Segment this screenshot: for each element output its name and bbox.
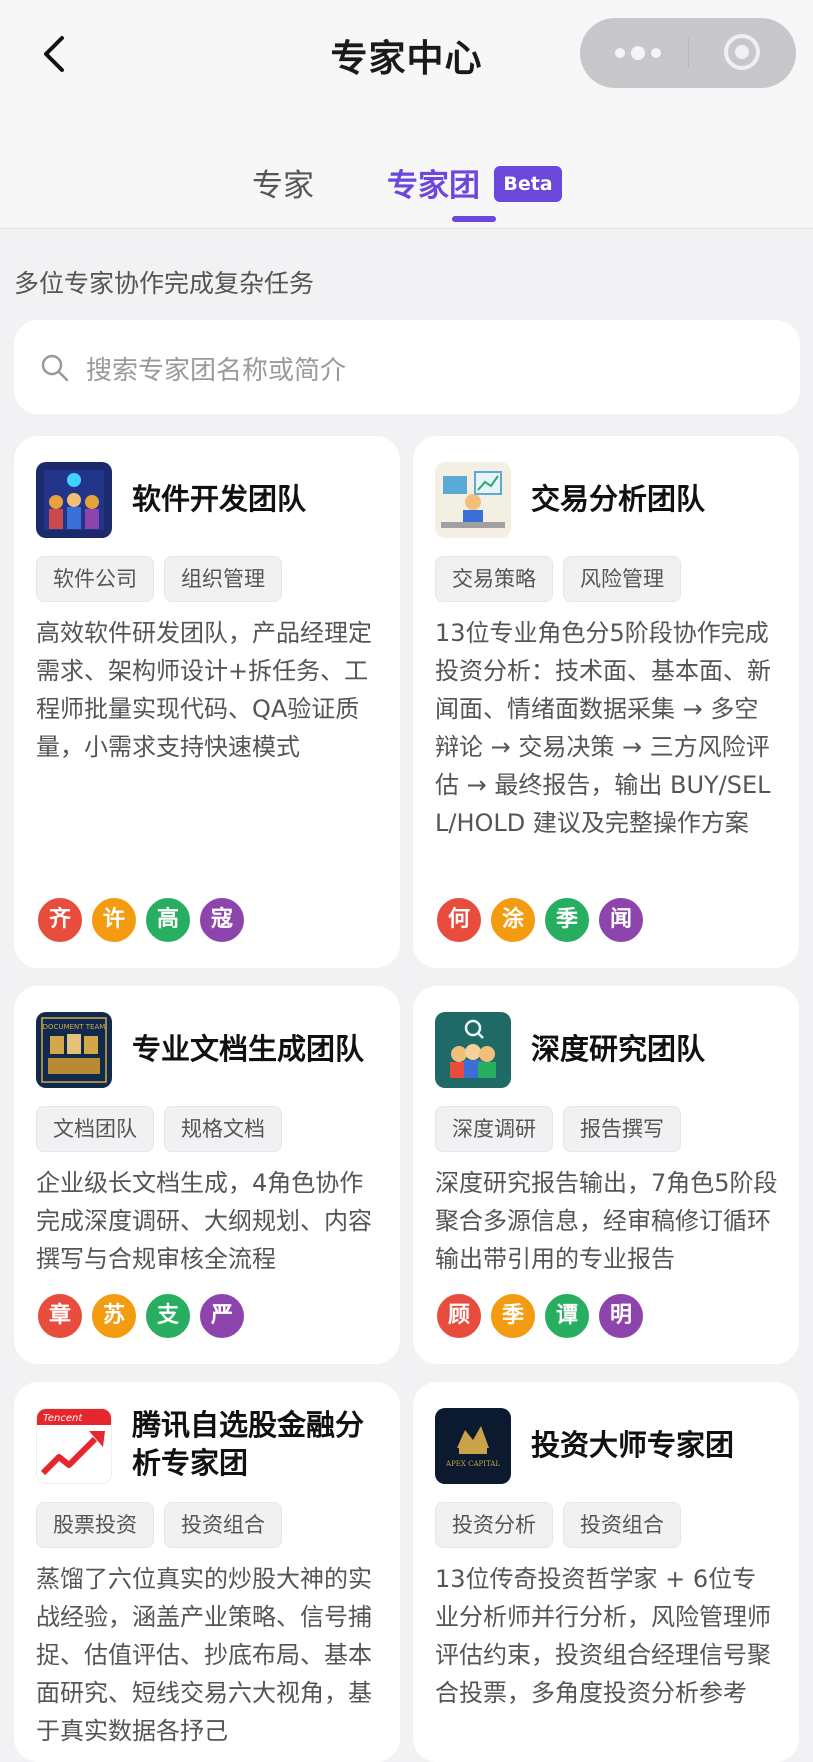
team-description: 13位专业角色分5阶段协作完成投资分析：技术面、基本面、新闻面、情绪面数据采集 … — [435, 619, 771, 837]
logo-text: APEX CAPITAL — [445, 1460, 500, 1468]
team-card-investment-masters[interactable]: APEX CAPITAL 投资大师专家团 投资分析 投资组合 13位传奇投资哲学… — [413, 1382, 799, 1762]
member-avatar: 高 — [144, 896, 192, 944]
team-tag: 投资分析 — [435, 1502, 553, 1548]
member-avatars: 顾 季 谭 明 — [435, 1292, 645, 1340]
beta-badge: Beta — [494, 166, 562, 202]
logo-text: DOCUMENT TEAM — [43, 1023, 106, 1031]
team-tags: 股票投资 投资组合 — [36, 1502, 282, 1548]
tencent-stock-logo-icon: Tencent — [36, 1408, 112, 1484]
team-name: 腾讯自选股金融分析专家团 — [132, 1408, 365, 1480]
search-input[interactable]: 搜索专家团名称或简介 — [14, 320, 800, 414]
top-bar: 专家中心 专家 专家团 Beta — [0, 0, 813, 229]
member-avatar: 明 — [597, 1292, 645, 1340]
active-tab-indicator — [452, 216, 496, 222]
team-tag: 规格文档 — [164, 1106, 282, 1152]
team-tags: 深度调研 报告撰写 — [435, 1106, 681, 1152]
team-tag: 投资组合 — [164, 1502, 282, 1548]
team-card-software[interactable]: 软件开发团队 软件公司 组织管理 高效软件研发团队，产品经理定需求、架构师设计+… — [14, 436, 400, 968]
trading-team-logo-icon — [435, 462, 511, 538]
miniapp-capsule — [580, 18, 796, 88]
member-avatar: 齐 — [36, 896, 84, 944]
team-description: 蒸馏了六位真实的炒股大神的实战经验，涵盖产业策略、信号捕捉、估值评估、抄底布局、… — [36, 1565, 372, 1745]
team-card-tencent-stock[interactable]: Tencent 腾讯自选股金融分析专家团 股票投资 投资组合 蒸馏了六位真实的炒… — [14, 1382, 400, 1762]
team-description: 深度研究报告输出，7角色5阶段聚合多源信息，经审稿修订循环输出带引用的专业报告 — [435, 1169, 778, 1273]
team-tag: 股票投资 — [36, 1502, 154, 1548]
team-tag: 报告撰写 — [563, 1106, 681, 1152]
member-avatar: 闻 — [597, 896, 645, 944]
team-tags: 交易策略 风险管理 — [435, 556, 681, 602]
research-team-logo-icon — [435, 1012, 511, 1088]
team-description: 13位传奇投资哲学家 + 6位专业分析师并行分析，风险管理师评估约束，投资组合经… — [435, 1565, 771, 1707]
member-avatar: 季 — [489, 1292, 537, 1340]
member-avatar: 谭 — [543, 1292, 591, 1340]
member-avatar: 顾 — [435, 1292, 483, 1340]
team-name: 深度研究团队 — [531, 1032, 706, 1066]
team-card-research[interactable]: 深度研究团队 深度调研 报告撰写 深度研究报告输出，7角色5阶段聚合多源信息，经… — [413, 986, 799, 1364]
team-tags: 文档团队 规格文档 — [36, 1106, 282, 1152]
member-avatar: 何 — [435, 896, 483, 944]
team-name: 交易分析团队 — [531, 482, 706, 516]
team-card-document[interactable]: DOCUMENT TEAM 专业文档生成团队 文档团队 规格文档 企业级长文档生… — [14, 986, 400, 1364]
member-avatar: 章 — [36, 1292, 84, 1340]
team-tag: 组织管理 — [164, 556, 282, 602]
tab-experts[interactable]: 专家 — [252, 160, 314, 205]
section-subtitle: 多位专家协作完成复杂任务 — [14, 269, 315, 298]
team-description: 高效软件研发团队，产品经理定需求、架构师设计+拆任务、工程师批量实现代码、QA验… — [36, 619, 372, 761]
member-avatars: 何 涂 季 闻 — [435, 896, 645, 944]
team-tag: 深度调研 — [435, 1106, 553, 1152]
team-tags: 软件公司 组织管理 — [36, 556, 282, 602]
team-tag: 软件公司 — [36, 556, 154, 602]
close-miniapp-icon[interactable] — [724, 34, 760, 70]
team-card-trading[interactable]: 交易分析团队 交易策略 风险管理 13位专业角色分5阶段协作完成投资分析：技术面… — [413, 436, 799, 968]
team-tag: 风险管理 — [563, 556, 681, 602]
team-name: 软件开发团队 — [132, 482, 307, 516]
more-icon[interactable] — [612, 45, 672, 61]
team-name: 专业文档生成团队 — [132, 1032, 365, 1066]
logo-text: Tencent — [43, 1413, 83, 1424]
document-team-logo-icon: DOCUMENT TEAM — [36, 1012, 112, 1088]
team-description: 企业级长文档生成，4角色协作完成深度调研、大纲规划、内容撰写与合规审核全流程 — [36, 1169, 372, 1273]
search-icon — [40, 353, 70, 383]
member-avatar: 许 — [90, 896, 138, 944]
member-avatar: 季 — [543, 896, 591, 944]
member-avatar: 寇 — [198, 896, 246, 944]
team-tag: 交易策略 — [435, 556, 553, 602]
member-avatar: 支 — [144, 1292, 192, 1340]
apex-capital-logo-icon: APEX CAPITAL — [435, 1408, 511, 1484]
software-team-logo-icon — [36, 462, 112, 538]
member-avatar: 严 — [198, 1292, 246, 1340]
team-name: 投资大师专家团 — [531, 1428, 735, 1462]
capsule-divider — [688, 38, 689, 68]
team-tags: 投资分析 投资组合 — [435, 1502, 681, 1548]
member-avatars: 章 苏 支 严 — [36, 1292, 246, 1340]
member-avatar: 涂 — [489, 896, 537, 944]
tab-expert-teams[interactable]: 专家团 — [387, 160, 480, 205]
member-avatars: 齐 许 高 寇 — [36, 896, 246, 944]
search-placeholder: 搜索专家团名称或简介 — [86, 356, 347, 386]
member-avatar: 苏 — [90, 1292, 138, 1340]
team-tag: 文档团队 — [36, 1106, 154, 1152]
team-tag: 投资组合 — [563, 1502, 681, 1548]
